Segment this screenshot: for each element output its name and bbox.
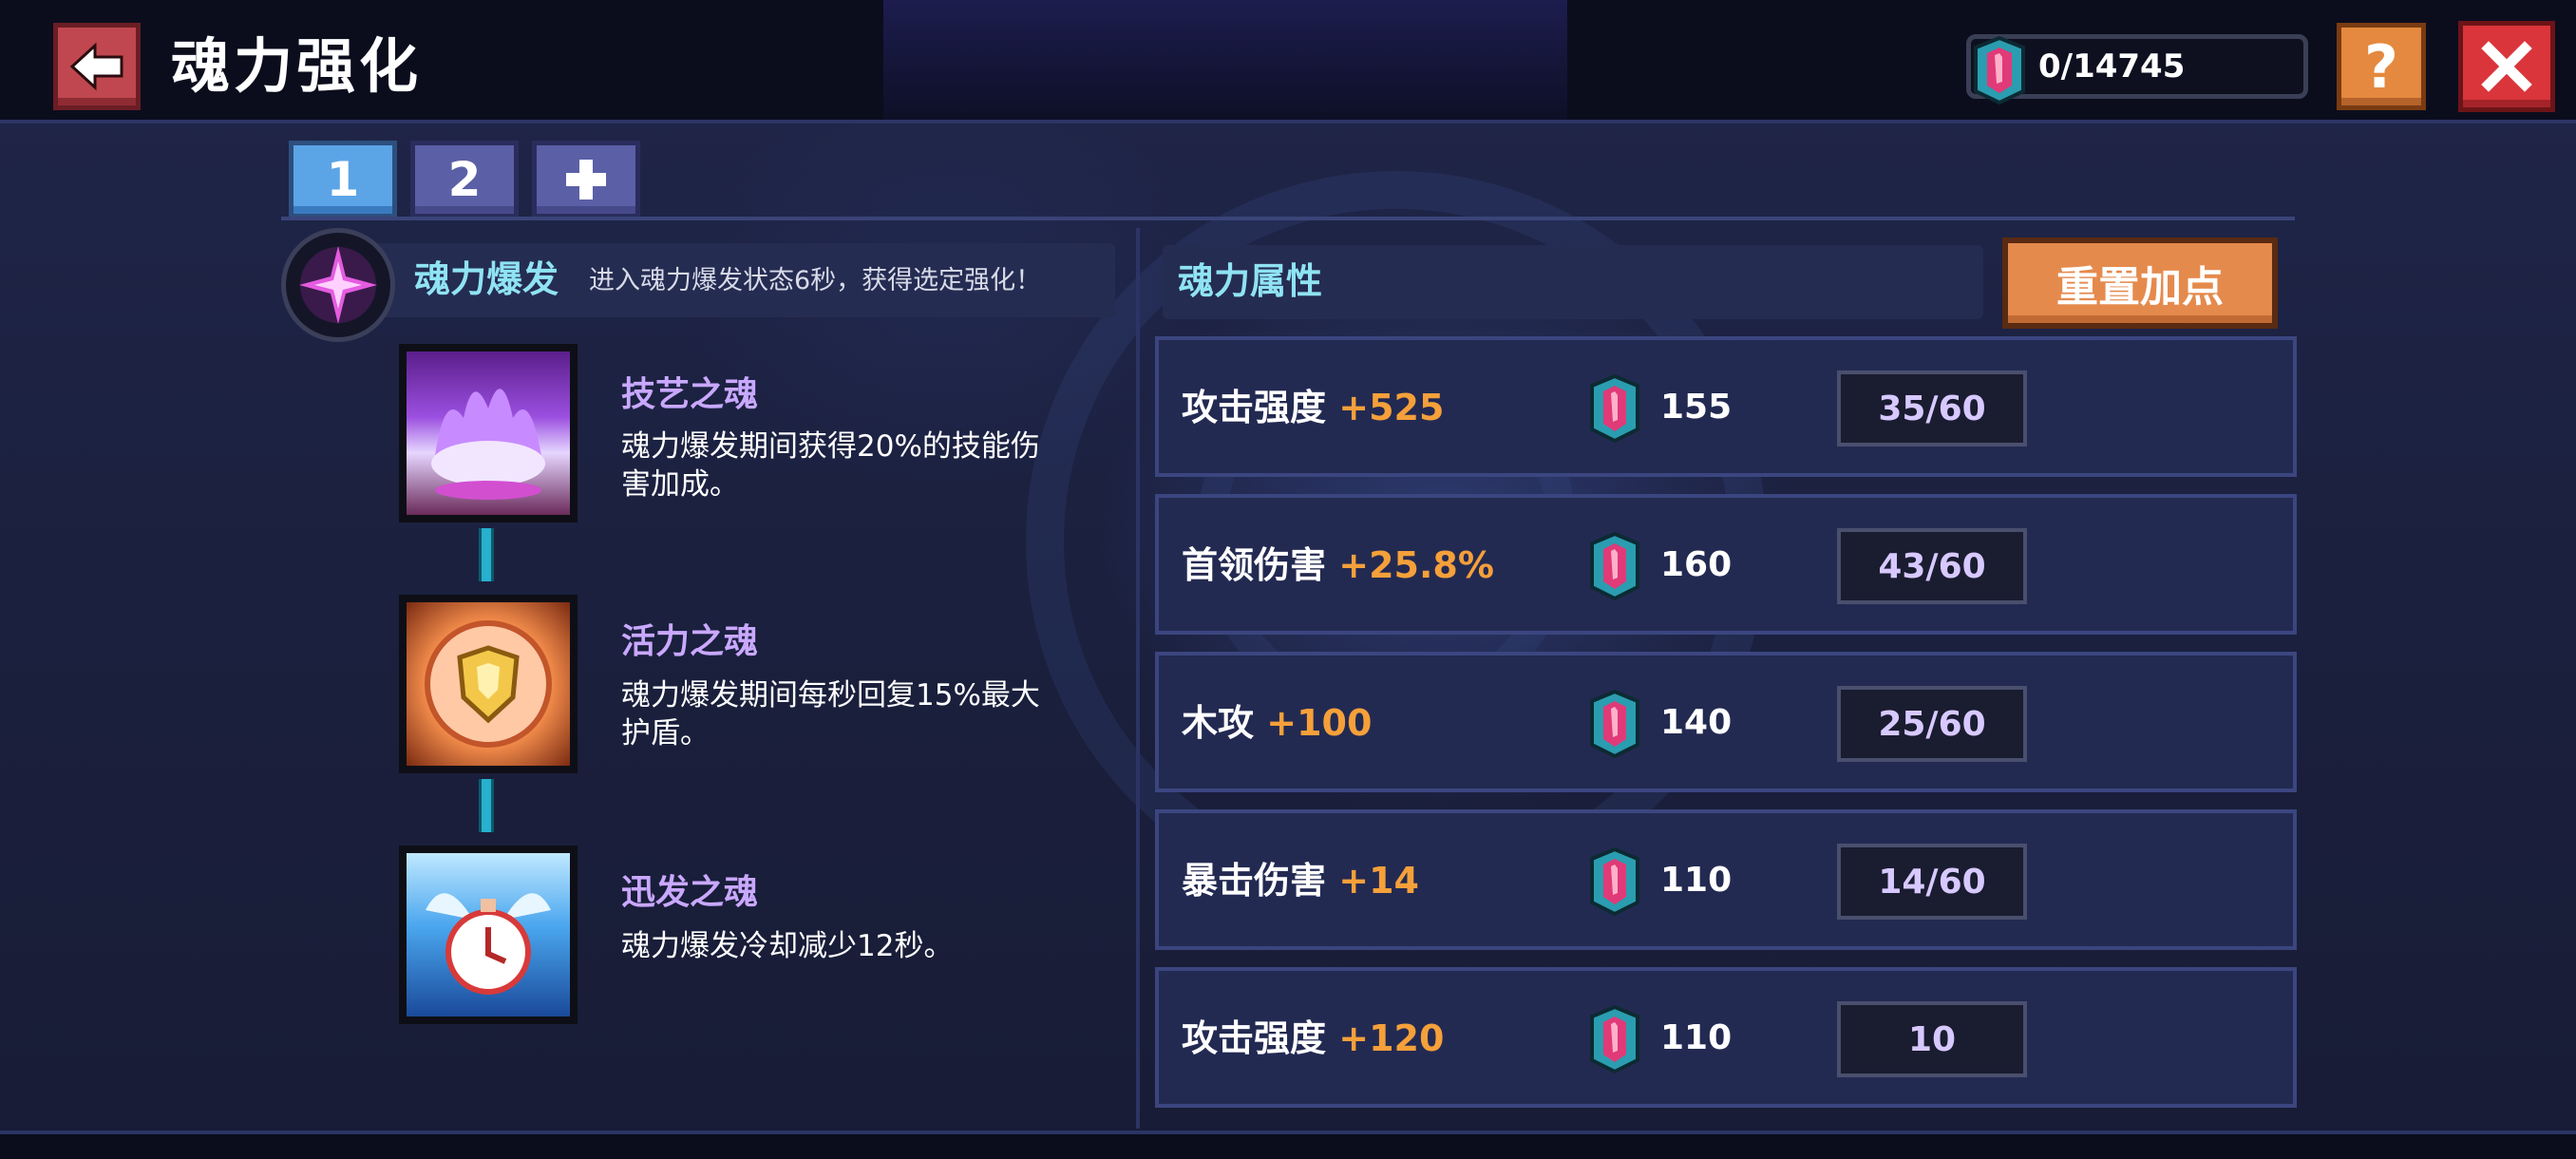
attribute-cost: 160 <box>1660 545 1733 584</box>
soul-description-line: 护盾。 <box>621 716 710 750</box>
attribute-label: 攻击强度 +525 <box>1182 384 1444 431</box>
soul-gem-icon <box>1590 373 1639 444</box>
attribute-name: 首领伤害 <box>1182 544 1327 586</box>
help-button[interactable]: ? <box>2337 23 2426 110</box>
attribute-bonus: +120 <box>1338 1017 1445 1059</box>
soul-gem-icon <box>1590 846 1639 917</box>
currency-amount: 0/14745 <box>2038 48 2186 86</box>
panel-divider <box>1136 228 1140 1129</box>
soul-gem-icon <box>1590 1004 1639 1074</box>
attribute-name: 攻击强度 <box>1182 387 1327 428</box>
tab-1[interactable]: 1 <box>289 141 397 218</box>
attribute-bonus: +100 <box>1266 702 1373 744</box>
attribute-level: 35/60 <box>1837 370 2027 446</box>
soul-connector <box>479 528 494 581</box>
attribute-cost: 155 <box>1660 388 1733 427</box>
winged-clock-icon <box>426 893 551 995</box>
attribute-cost: 110 <box>1660 861 1733 900</box>
top-bar-glow <box>883 0 1567 120</box>
attribute-label: 首领伤害 +25.8% <box>1182 542 1494 589</box>
attribute-row[interactable]: 暴击伤害 +14 110 14/60 <box>1155 809 2297 950</box>
attribute-level: 14/60 <box>1837 844 2027 920</box>
attribute-label: 木攻 +100 <box>1182 699 1372 747</box>
soul-burst-description: 进入魂力爆发状态6秒，获得选定强化！ <box>589 266 1042 295</box>
attribute-level: 43/60 <box>1837 528 2027 604</box>
purple-flame-icon <box>431 389 545 500</box>
close-button[interactable] <box>2458 21 2555 112</box>
close-icon <box>2481 41 2532 92</box>
plus-icon <box>566 160 606 200</box>
attribute-label: 暴击伤害 +14 <box>1182 857 1419 904</box>
soul-name: 活力之魂 <box>621 622 759 661</box>
attribute-name: 攻击强度 <box>1182 1017 1327 1059</box>
tabs-underline <box>281 217 2295 220</box>
attribute-name: 暴击伤害 <box>1182 860 1327 902</box>
soul-gem-icon <box>1590 689 1639 759</box>
attribute-level: 25/60 <box>1837 686 2027 762</box>
attribute-row[interactable]: 攻击强度 +525 155 35/60 <box>1155 336 2297 477</box>
attribute-row[interactable]: 首领伤害 +25.8% 160 43/60 <box>1155 494 2297 635</box>
attribute-cost: 110 <box>1660 1018 1733 1057</box>
soul-description-line: 魂力爆发期间每秒回复15%最大 <box>621 678 1040 712</box>
soul-description-line: 害加成。 <box>621 467 739 502</box>
golden-shield-icon <box>425 620 552 748</box>
attributes-title: 魂力属性 <box>1178 260 1323 302</box>
attribute-bonus: +14 <box>1338 860 1419 902</box>
attribute-row[interactable]: 攻击强度 +120 110 10 <box>1155 967 2297 1108</box>
tab-add[interactable] <box>532 141 640 218</box>
attribute-level: 10 <box>1837 1001 2027 1077</box>
soul-vitality-card[interactable] <box>399 595 578 773</box>
soul-burst-emblem <box>281 228 395 342</box>
attribute-bonus: +25.8% <box>1338 544 1494 586</box>
soul-name: 迅发之魂 <box>621 873 759 912</box>
question-mark-icon: ? <box>2364 31 2398 102</box>
soul-name: 技艺之魂 <box>621 375 759 414</box>
bottom-strip <box>0 1134 2576 1159</box>
reset-points-button[interactable]: 重置加点 <box>2002 238 2278 329</box>
soul-connector <box>479 779 494 832</box>
soul-gem-icon <box>1974 35 2025 105</box>
soul-swift-card[interactable] <box>399 846 578 1024</box>
attribute-bonus: +525 <box>1338 387 1445 428</box>
soul-gem-icon <box>1590 531 1639 601</box>
page-title: 魂力强化 <box>171 31 423 101</box>
soul-description-line: 魂力爆发期间获得20%的技能伤 <box>621 429 1040 464</box>
attribute-cost: 140 <box>1660 703 1733 742</box>
attribute-label: 攻击强度 +120 <box>1182 1015 1444 1062</box>
attribute-name: 木攻 <box>1182 702 1255 744</box>
star-crystal-icon <box>299 246 377 324</box>
arrow-left-icon <box>69 42 123 91</box>
soul-skill-card[interactable] <box>399 344 578 522</box>
soul-description-line: 魂力爆发冷却减少12秒。 <box>621 929 954 963</box>
back-button[interactable] <box>53 23 141 110</box>
soul-burst-title: 魂力爆发 <box>414 258 559 300</box>
attribute-row[interactable]: 木攻 +100 140 25/60 <box>1155 652 2297 792</box>
tab-2[interactable]: 2 <box>410 141 519 218</box>
